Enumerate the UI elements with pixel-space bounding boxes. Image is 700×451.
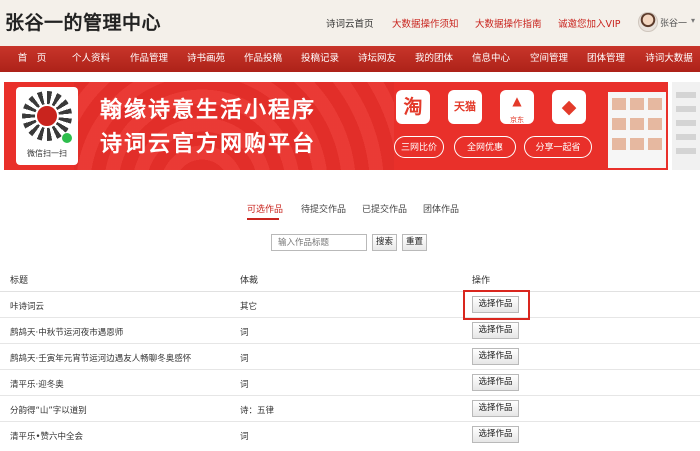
top-header: 张谷一的管理中心 诗词云首页 大数据操作须知 大数据操作指南 诚邀您加入VIP … — [0, 0, 700, 46]
row-title: 清平乐•赞六中全会 — [10, 432, 84, 442]
banner-headline-1: 翰缘诗意生活小程序 — [100, 98, 317, 123]
avatar — [638, 12, 658, 32]
select-work-button[interactable]: 选择作品 — [472, 322, 519, 339]
top-link-vip[interactable]: 诚邀您加入VIP — [558, 16, 621, 30]
table-row: 分韵得“山”字以道别 诗：五律 选择作品 — [0, 396, 700, 422]
nav-item-submit[interactable]: 作品投稿 — [238, 46, 288, 72]
pill-discount: 全网优惠 — [454, 136, 516, 158]
select-work-button[interactable]: 选择作品 — [472, 374, 519, 391]
top-link-home[interactable]: 诗词云首页 — [326, 16, 374, 30]
nav-item-space[interactable]: 空间管理 — [524, 46, 574, 72]
top-link-notice[interactable]: 大数据操作须知 — [392, 16, 459, 30]
tab-group-works[interactable]: 团体作品 — [423, 202, 459, 215]
nav-item-friends[interactable]: 诗坛网友 — [352, 46, 402, 72]
table-row: 鹧鸪天·中秋节运河夜市遇恩师 词 选择作品 — [0, 318, 700, 344]
row-genre: 词 — [240, 432, 249, 442]
active-tab-indicator — [247, 218, 279, 220]
table-row: 鹧鸪天·壬寅年元宵节运河边遇友人畅聊冬奥感怀 词 选择作品 — [0, 344, 700, 370]
main-nav: 首 页 个人资料 作品管理 诗书画苑 作品投稿 投稿记录 诗坛网友 我的团体 信… — [0, 46, 700, 72]
user-name: 张谷一 — [660, 19, 688, 29]
row-genre: 词 — [240, 380, 249, 390]
work-title-search-input[interactable] — [271, 234, 367, 251]
side-preview — [672, 82, 700, 170]
jd-icon: ▲ 京东 — [500, 90, 534, 124]
column-header-action: 操作 — [472, 276, 491, 286]
row-title: 分韵得“山”字以道别 — [10, 406, 87, 416]
select-work-button[interactable]: 选择作品 — [472, 296, 519, 313]
tmall-icon: 天猫 — [448, 90, 482, 124]
row-genre: 词 — [240, 328, 249, 338]
reset-button[interactable]: 重置 — [402, 234, 427, 251]
row-title: 咔诗词云 — [10, 302, 45, 312]
nav-item-my-groups[interactable]: 我的团体 — [409, 46, 459, 72]
qr-caption: 微信扫一扫 — [27, 149, 67, 158]
top-link-guide[interactable]: 大数据操作指南 — [475, 16, 542, 30]
taobao-icon: 淘 — [396, 90, 430, 124]
jd-label: 京东 — [510, 116, 524, 124]
qr-logo-icon — [35, 104, 59, 128]
row-title: 鹧鸪天·壬寅年元宵节运河边遇友人畅聊冬奥感怀 — [10, 354, 192, 364]
table-header: 标题 体裁 操作 — [0, 266, 700, 292]
work-tabs: 可选作品 待提交作品 已提交作品 团体作品 — [0, 200, 700, 220]
select-work-button[interactable]: 选择作品 — [472, 348, 519, 365]
chevron-down-icon: ▾ — [691, 16, 696, 25]
shopping-apps: 淘 天猫 ▲ 京东 ◆ 三网比价 全网优惠 分享一起省 — [394, 90, 594, 162]
user-menu[interactable]: 张谷一 ▾ — [638, 12, 700, 34]
pill-share: 分享一起省 — [524, 136, 592, 158]
nav-item-works[interactable]: 作品管理 — [124, 46, 174, 72]
qr-code-card: 微信扫一扫 — [16, 87, 78, 165]
table-row: 清平乐•赞六中全会 词 选择作品 — [0, 422, 700, 448]
nav-item-gallery[interactable]: 诗书画苑 — [181, 46, 231, 72]
nav-item-group-admin[interactable]: 团体管理 — [581, 46, 631, 72]
phone-screenshot — [608, 84, 666, 168]
nav-item-profile[interactable]: 个人资料 — [66, 46, 116, 72]
promo-banner[interactable]: 微信扫一扫 翰缘诗意生活小程序 诗词云官方网购平台 淘 天猫 ▲ 京东 ◆ 三网… — [4, 82, 668, 170]
banner-headline-2: 诗词云官方网购平台 — [100, 132, 317, 157]
search-button[interactable]: 搜索 — [372, 234, 397, 251]
tab-available-works[interactable]: 可选作品 — [247, 202, 283, 215]
row-genre: 其它 — [240, 302, 258, 312]
tab-pending-works[interactable]: 待提交作品 — [301, 202, 346, 215]
column-header-title: 标题 — [10, 276, 29, 286]
nav-item-home[interactable]: 首 页 — [10, 46, 54, 72]
table-row: 清平乐·迎冬奥 词 选择作品 — [0, 370, 700, 396]
row-title: 清平乐·迎冬奥 — [10, 380, 64, 390]
select-work-button[interactable]: 选择作品 — [472, 400, 519, 417]
tab-submitted-works[interactable]: 已提交作品 — [362, 202, 407, 215]
select-work-button[interactable]: 选择作品 — [472, 426, 519, 443]
column-header-genre: 体裁 — [240, 276, 259, 286]
row-title: 鹧鸪天·中秋节运河夜市遇恩师 — [10, 328, 124, 338]
table-row: 咔诗词云 其它 选择作品 — [0, 292, 700, 318]
nav-item-submit-records[interactable]: 投稿记录 — [295, 46, 345, 72]
row-genre: 诗：五律 — [240, 406, 275, 416]
nav-item-messages[interactable]: 信息中心 — [466, 46, 516, 72]
nav-item-big-data[interactable]: 诗词大数据 — [638, 46, 700, 72]
row-genre: 词 — [240, 354, 249, 364]
site-title: 张谷一的管理中心 — [5, 12, 162, 34]
pill-compare: 三网比价 — [394, 136, 444, 158]
wechat-icon — [61, 132, 73, 144]
pinduoduo-icon: ◆ — [552, 90, 586, 124]
